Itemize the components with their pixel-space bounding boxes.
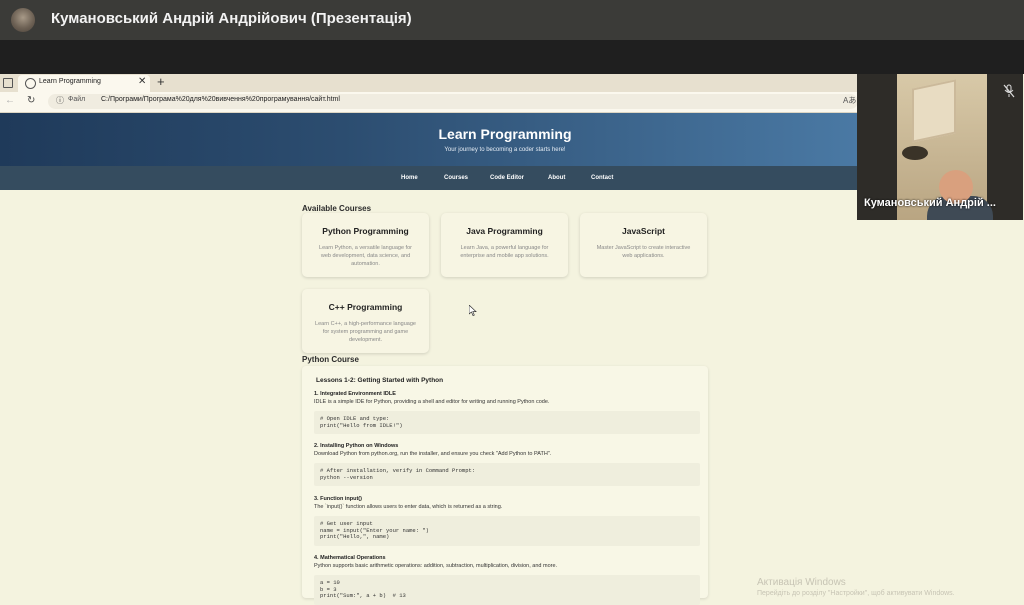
browser-tab[interactable]: Learn Programming ✕ (18, 75, 150, 92)
globe-icon (25, 78, 36, 89)
code-block: # Open IDLE and type: print("Hello from … (314, 411, 700, 434)
course-description: Learn C++, a high-performance language f… (315, 321, 416, 343)
lesson-text: Download Python from python.org, run the… (314, 451, 552, 457)
python-course-heading: Python Course (302, 355, 359, 364)
participant-video[interactable]: Кумановський Андрій ... (857, 74, 1023, 220)
video-ceiling (912, 79, 956, 143)
site-header: Learn Programming Your journey to becomi… (0, 113, 858, 166)
lesson-text: Python supports basic arithmetic operati… (314, 563, 558, 569)
mic-muted-icon[interactable] (1003, 84, 1015, 98)
site-nav: Home Courses Code Editor About Contact (0, 166, 858, 190)
info-icon[interactable]: ⓘ (56, 95, 64, 106)
meeting-header: Кумановський Андрій Андрійович (Презента… (0, 0, 1024, 40)
meeting-title: Кумановський Андрій Андрійович (Презента… (51, 10, 412, 27)
windows-activation-text: Перейдіть до розділу "Настройки", щоб ак… (757, 590, 955, 597)
window-menu-icon[interactable] (3, 78, 13, 88)
lesson-heading: 3. Function input() (314, 496, 362, 502)
nav-code-editor[interactable]: Code Editor (490, 175, 524, 181)
browser-tab-strip: Learn Programming ✕ + (0, 74, 858, 92)
nav-contact[interactable]: Contact (591, 175, 613, 181)
lesson-heading: 2. Installing Python on Windows (314, 443, 399, 449)
course-card-cpp[interactable]: C++ Programming Learn C++, a high-perfor… (302, 289, 429, 353)
windows-activation-title: Активація Windows (757, 577, 846, 588)
presenter-avatar (11, 8, 35, 32)
nav-home[interactable]: Home (401, 175, 418, 181)
meeting-gap (0, 40, 1024, 74)
tab-title: Learn Programming (39, 78, 101, 85)
url-text[interactable]: C:/Програми/Програма%20для%20вивчення%20… (101, 96, 340, 103)
course-description: Learn Java, a powerful language for ente… (460, 245, 549, 259)
lesson-item: 4. Mathematical Operations Python suppor… (314, 555, 700, 605)
video-lamp (902, 146, 928, 160)
reader-icon[interactable]: Aあ (843, 95, 856, 106)
course-card-python[interactable]: Python Programming Learn Python, a versa… (302, 213, 429, 277)
new-tab-button[interactable]: + (157, 74, 165, 89)
course-description: Learn Python, a versatile language for w… (319, 245, 412, 267)
lesson-item: 1. Integrated Environment IDLE IDLE is a… (314, 391, 700, 434)
lesson-item: 3. Function input() The `input()` functi… (314, 496, 700, 546)
lesson-heading: 1. Integrated Environment IDLE (314, 391, 396, 397)
course-title: C++ Programming (328, 302, 403, 312)
lesson-text: The `input()` function allows users to e… (314, 504, 503, 510)
reload-icon[interactable]: ↻ (27, 95, 35, 106)
file-label: Файл (68, 96, 86, 103)
close-tab-icon[interactable]: ✕ (138, 76, 146, 87)
lesson-title: Lessons 1-2: Getting Started with Python (316, 377, 444, 384)
course-description: Master JavaScript to create interactive … (596, 245, 691, 259)
course-title: Java Programming (466, 226, 543, 236)
url-input[interactable]: ⓘ Файл C:/Програми/Програма%20для%20вивч… (48, 94, 858, 109)
nav-courses[interactable]: Courses (444, 175, 468, 181)
mouse-cursor-icon (469, 305, 477, 316)
lesson-heading: 4. Mathematical Operations (314, 555, 386, 561)
course-title: JavaScript (622, 226, 665, 236)
lesson-item: 2. Installing Python on Windows Download… (314, 443, 700, 486)
address-bar-row: ← ↻ ⓘ Файл C:/Програми/Програма%20для%20… (0, 92, 858, 113)
course-title: Python Programming (322, 226, 409, 236)
code-block: # Get user input name = input("Enter you… (314, 516, 700, 546)
course-card-java[interactable]: Java Programming Learn Java, a powerful … (441, 213, 568, 277)
nav-about[interactable]: About (548, 175, 565, 181)
participant-name: Кумановський Андрій ... (864, 197, 996, 209)
code-block: a = 10 b = 3 print("Sum:", a + b) # 13 (314, 575, 700, 605)
available-courses-heading: Available Courses (302, 204, 372, 213)
code-block: # After installation, verify in Command … (314, 463, 700, 486)
lesson-panel: Lessons 1-2: Getting Started with Python… (302, 366, 708, 605)
back-icon[interactable]: ← (5, 95, 15, 106)
lesson-text: IDLE is a simple IDE for Python, providi… (314, 399, 550, 405)
course-card-javascript[interactable]: JavaScript Master JavaScript to create i… (580, 213, 707, 277)
presentation-background (858, 220, 1024, 598)
